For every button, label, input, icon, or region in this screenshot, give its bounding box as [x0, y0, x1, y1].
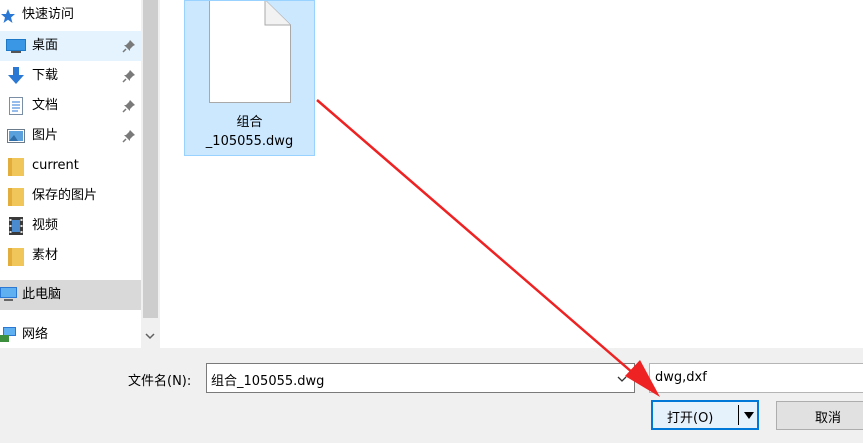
chevron-down-icon[interactable] [616, 373, 628, 385]
nav-item-quick-access[interactable]: 快速访问 [0, 0, 141, 30]
folder-icon [8, 158, 24, 176]
nav-item-documents[interactable]: 文档 [0, 91, 141, 121]
navigation-pane: 快速访问 桌面 下载 文档 图片 current 保存的图片 视频 素材 此电脑… [0, 0, 141, 348]
nav-item-downloads[interactable]: 下载 [0, 61, 141, 91]
document-icon [9, 97, 23, 115]
folder-icon [8, 188, 24, 206]
nav-item-label: 网络 [22, 327, 49, 342]
nav-item-label: 桌面 [32, 38, 59, 53]
nav-item-label: 此电脑 [22, 287, 62, 302]
nav-item-label: 素材 [32, 248, 59, 263]
chevron-down-icon[interactable] [144, 330, 156, 342]
nav-item-current[interactable]: current [0, 151, 141, 181]
nav-item-videos[interactable]: 视频 [0, 211, 141, 241]
filename-label: 文件名(N): [128, 374, 192, 389]
file-name: 组合 _105055.dwg [185, 113, 314, 151]
pictures-icon [7, 129, 25, 143]
download-icon [8, 67, 24, 84]
caret-down-icon[interactable] [743, 409, 755, 421]
file-list: 组合 _105055.dwg [160, 0, 863, 348]
split-divider [738, 405, 739, 425]
folder-icon [8, 248, 24, 266]
star-icon [1, 9, 15, 23]
nav-scrollbar[interactable] [141, 0, 160, 348]
file-item[interactable]: 组合 _105055.dwg [184, 0, 315, 156]
nav-item-label: 快速访问 [22, 7, 75, 22]
open-file-dialog: 快速访问 桌面 下载 文档 图片 current 保存的图片 视频 素材 此电脑… [0, 0, 863, 443]
network-icon [0, 327, 16, 342]
cancel-button[interactable]: 取消 [776, 401, 863, 430]
pin-icon[interactable] [122, 39, 136, 53]
nav-item-saved-pictures[interactable]: 保存的图片 [0, 181, 141, 211]
nav-item-label: 文档 [32, 98, 59, 113]
filename-value[interactable]: 组合_105055.dwg [211, 370, 324, 389]
file-type-filter[interactable]: dwg,dxf [649, 363, 863, 393]
open-button-label: 打开(O) [667, 411, 714, 426]
pin-icon[interactable] [122, 99, 136, 113]
filename-input[interactable]: 组合_105055.dwg [206, 363, 635, 393]
video-icon [9, 217, 23, 235]
cancel-button-label: 取消 [815, 411, 842, 426]
file-name-line-2: _105055.dwg [205, 134, 294, 149]
nav-item-label: 保存的图片 [32, 188, 98, 203]
pin-icon[interactable] [122, 129, 136, 143]
nav-item-network[interactable]: 网络 [0, 320, 141, 350]
nav-item-desktop[interactable]: 桌面 [0, 31, 141, 61]
nav-item-label: 下载 [32, 68, 59, 83]
file-type-value: dwg,dxf [655, 370, 707, 385]
nav-item-pictures[interactable]: 图片 [0, 121, 141, 151]
scrollbar-thumb[interactable] [143, 0, 158, 318]
nav-item-this-pc[interactable]: 此电脑 [0, 280, 141, 310]
pin-icon[interactable] [122, 69, 136, 83]
bottom-panel: 文件名(N): 组合_105055.dwg dwg,dxf 打开(O) 取消 [0, 348, 863, 443]
nav-item-label: 视频 [32, 218, 59, 233]
nav-item-label: 图片 [32, 128, 59, 143]
computer-icon [0, 287, 17, 301]
file-name-line-1: 组合 [236, 115, 263, 130]
nav-item-materials[interactable]: 素材 [0, 241, 141, 271]
blank-file-icon [209, 1, 291, 103]
open-button[interactable]: 打开(O) [651, 400, 759, 430]
desktop-icon [6, 39, 26, 53]
nav-item-label: current [32, 158, 79, 173]
